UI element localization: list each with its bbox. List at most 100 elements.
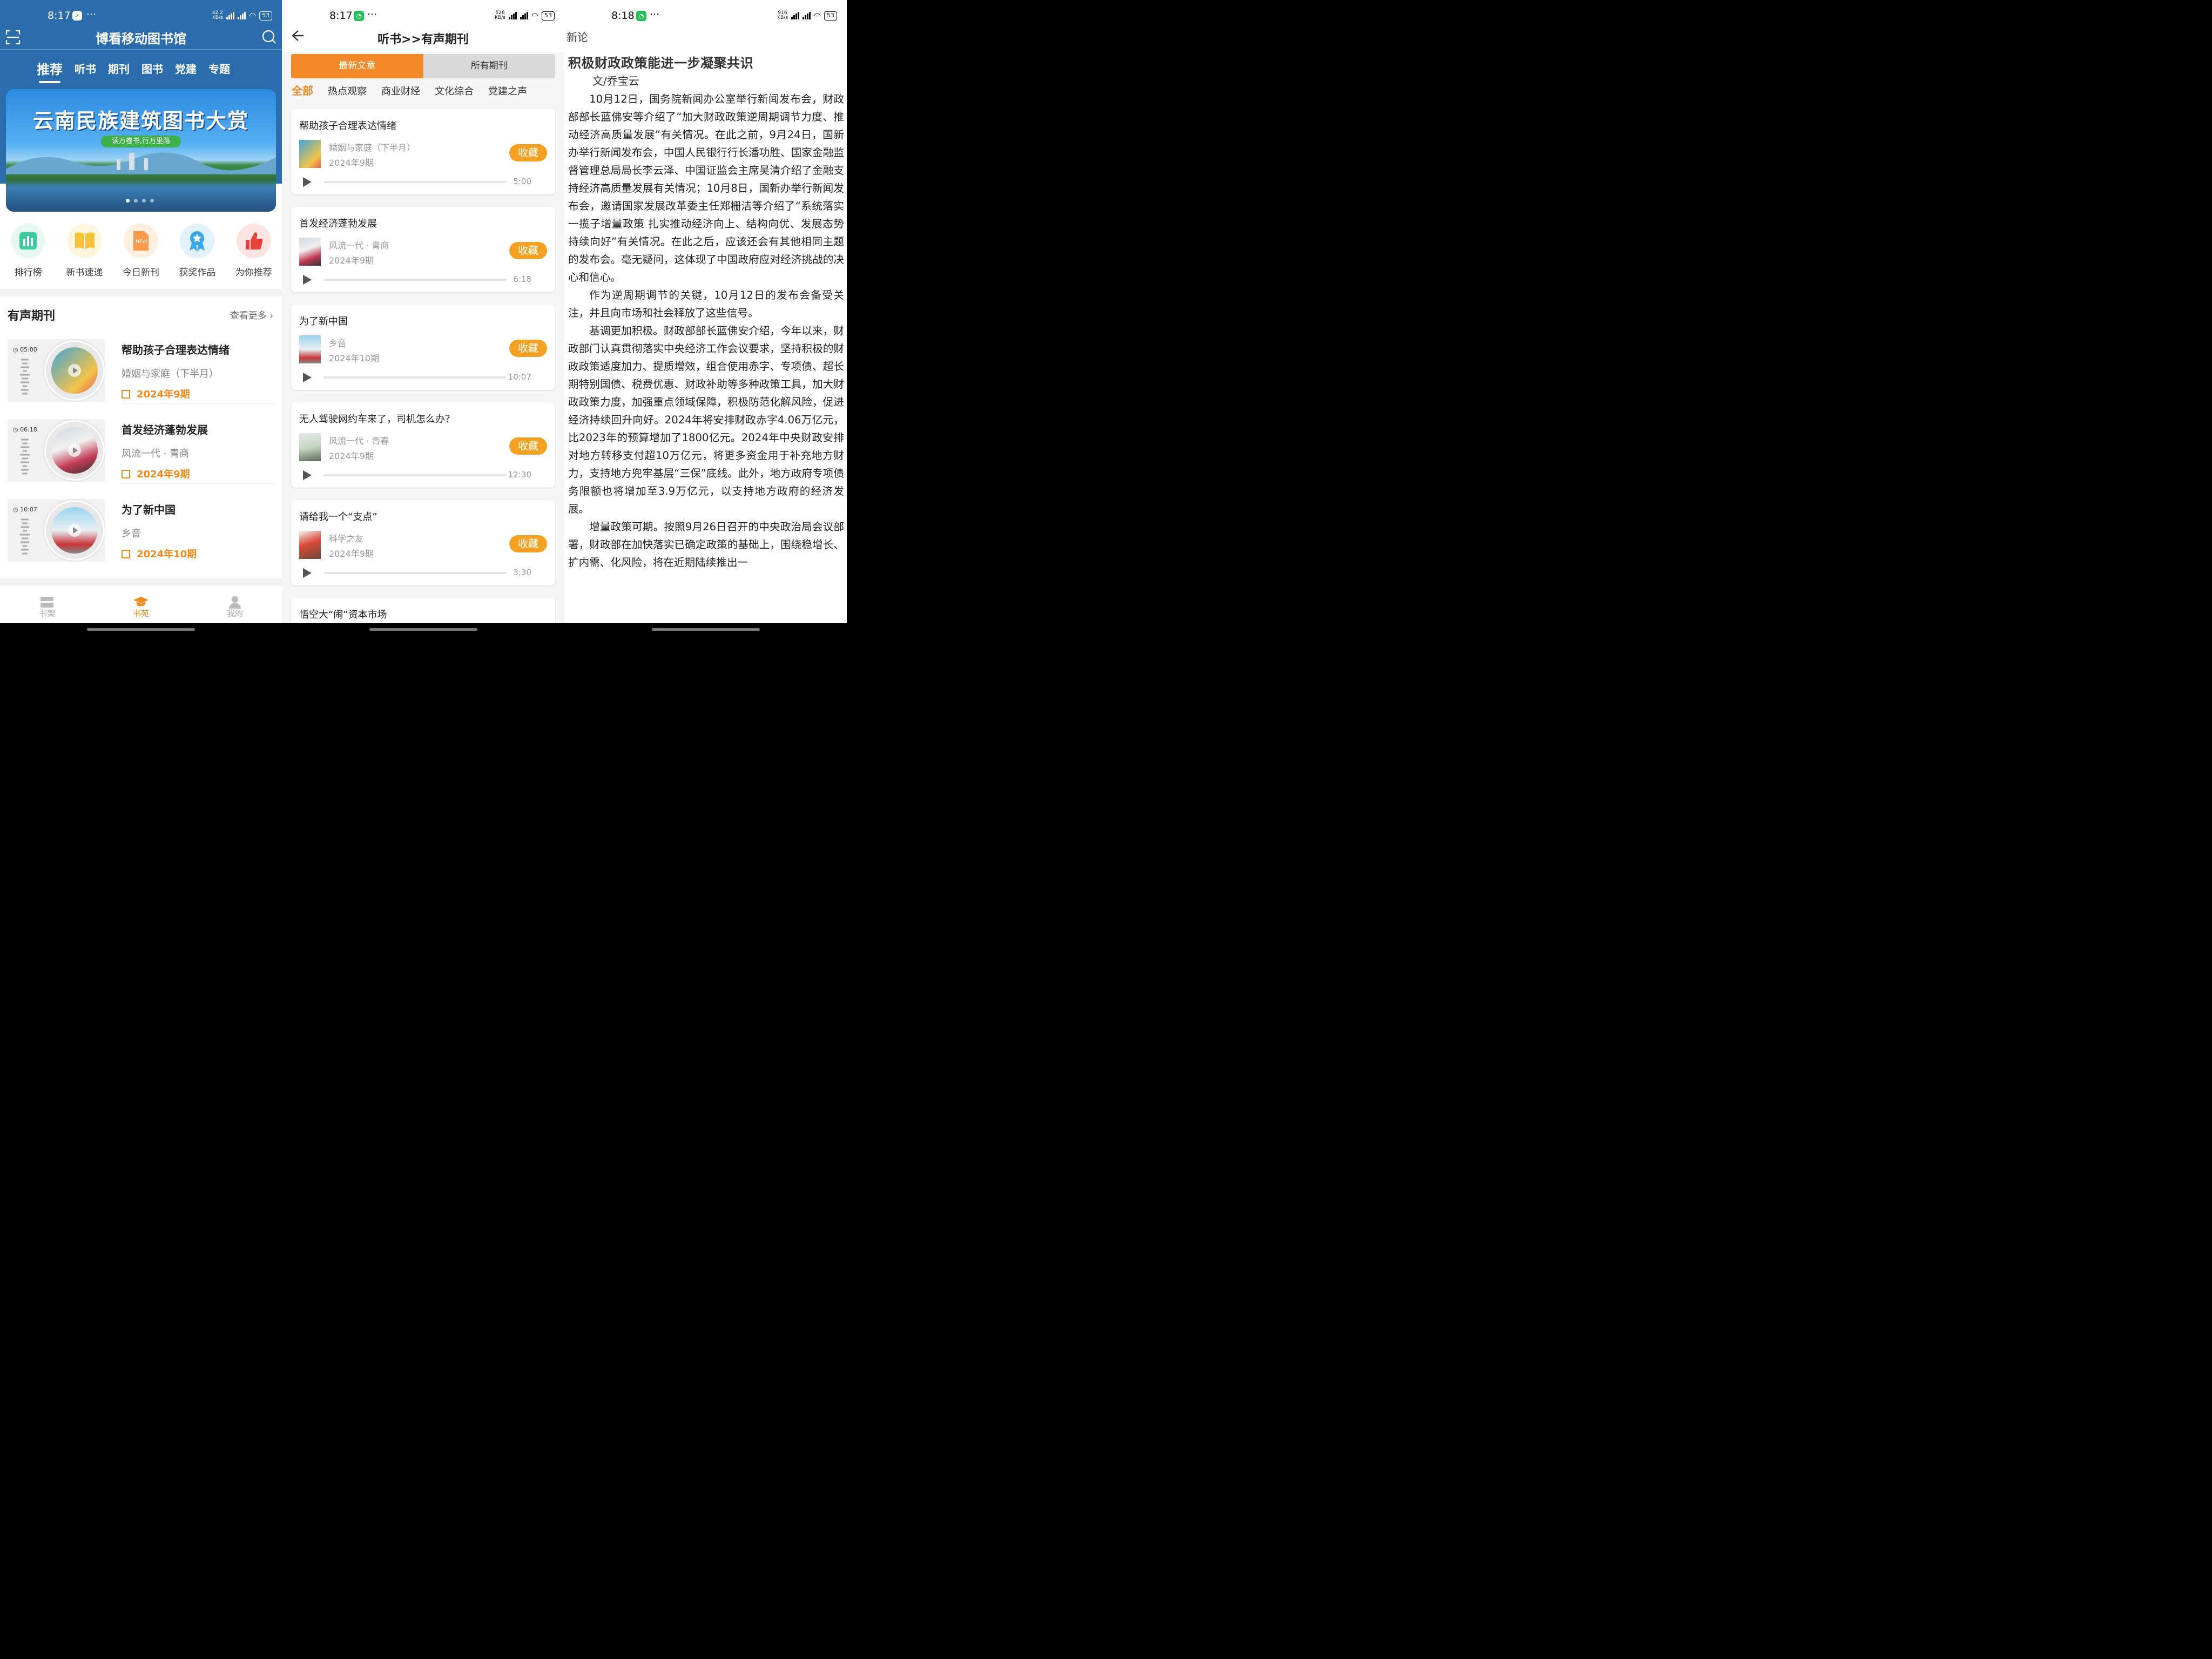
tab-magazines[interactable]: 期刊 [108, 60, 130, 78]
progress-track[interactable] [323, 376, 507, 379]
card-duration: 6:18 [513, 274, 531, 284]
item-title: 为了新中国 [122, 503, 176, 516]
progress-track[interactable] [323, 474, 507, 476]
nav-bookshelf[interactable]: 书架 [0, 587, 94, 624]
progress-track[interactable] [323, 572, 507, 574]
duration-value: 10:07 [20, 506, 37, 513]
category-culture[interactable]: 文化综合 [435, 84, 474, 98]
nav-academy[interactable]: 书苑 [94, 587, 188, 624]
favorite-button[interactable]: 收藏 [509, 535, 547, 552]
duration-label: ◷ 10:07 [13, 506, 37, 513]
tab-audio[interactable]: 听书 [75, 60, 96, 78]
status-right: 42.2 KB/s ◠ 53 [212, 11, 272, 21]
article-reader-screen: 8:18 ◔ ··· 916 KB/s ◠ 53 新论 积极财政政策能进一步凝聚共… [564, 0, 847, 635]
nav-label: 书架 [38, 609, 55, 618]
magazine-cover [299, 140, 321, 168]
card-title: 首发经济蓬勃发展 [299, 218, 377, 230]
magazine-cover [299, 238, 321, 266]
duration-value: 06:18 [20, 426, 37, 433]
card-issue: 2024年9期 [329, 255, 374, 266]
card-magazine: 乡音 [329, 338, 347, 348]
segment-control: 最新文章 所有期刊 [291, 54, 555, 78]
article-card[interactable]: 无人驾驶网约车来了，司机怎么办？ 风流一代 · 青春 2024年9期 收藏 12… [291, 402, 555, 488]
article-card[interactable]: 为了新中国 乡音 2024年10期 收藏 10:07 [291, 305, 555, 390]
quick-award-works[interactable]: 获奖作品 [169, 224, 225, 278]
status-bar: 8:18 ◔ ··· 916 KB/s ◠ 53 [564, 0, 847, 31]
play-icon[interactable] [68, 524, 81, 537]
progress-track[interactable] [323, 279, 507, 281]
favorite-button[interactable]: 收藏 [509, 437, 547, 455]
item-magazine: 风流一代 · 青商 [122, 448, 190, 460]
favorite-button[interactable]: 收藏 [509, 144, 547, 161]
network-speed-unit: KB/s [495, 15, 505, 21]
battery-icon: 53 [259, 11, 272, 21]
category-hot[interactable]: 热点观察 [328, 84, 367, 98]
favorite-button[interactable]: 收藏 [509, 242, 547, 259]
play-icon[interactable] [303, 275, 312, 285]
card-magazine: 风流一代 · 青商 [329, 240, 389, 251]
play-icon[interactable] [303, 373, 312, 382]
user-icon [227, 592, 243, 609]
article-card[interactable]: 首发经济蓬勃发展 风流一代 · 青商 2024年9期 收藏 6:18 [291, 207, 555, 292]
home-screen: 8:17 ✓ ··· 42.2 KB/s ◠ 53 博看移动图书馆 推荐 听书 期… [0, 0, 282, 635]
wifi-icon: ◠ [248, 11, 256, 21]
article-paragraph: 增量政策可期。按照9月26日召开的中央政治局会议部署，财政部在加快落实已确定政策… [568, 521, 844, 569]
view-more-link[interactable]: 查看更多 › [230, 308, 273, 321]
book-icon [122, 550, 130, 558]
card-magazine: 科学之友 [329, 534, 364, 544]
banner-subtitle: 读万卷书,行万里路 [101, 136, 181, 147]
cover-disc [44, 500, 105, 561]
play-icon[interactable] [303, 470, 312, 480]
play-icon[interactable] [68, 444, 81, 457]
magazine-cover [299, 335, 321, 363]
audio-item[interactable]: ◷ 10:07 为了新中国 乡音 2024年10期 [8, 499, 275, 563]
card-duration: 10:07 [508, 372, 531, 382]
segment-latest-articles[interactable]: 最新文章 [291, 54, 423, 78]
status-time: 8:18 [611, 10, 635, 22]
duration-label: ◷ 06:18 [13, 426, 37, 433]
bottom-nav: 书架 书苑 我的 [0, 587, 282, 624]
card-title: 悟空大“闹”资本市场 [299, 609, 387, 621]
card-title: 帮助孩子合理表达情绪 [299, 120, 396, 132]
duration-value: 05:00 [20, 346, 37, 353]
book-icon [122, 470, 130, 478]
article-card[interactable]: 帮助孩子合理表达情绪 婚姻与家庭（下半月） 2024年9期 收藏 5:00 [291, 109, 555, 194]
segment-all-magazines[interactable]: 所有期刊 [423, 54, 555, 78]
category-party[interactable]: 党建之声 [488, 84, 527, 98]
progress-track[interactable] [323, 181, 507, 183]
audio-item[interactable]: ◷ 05:00 帮助孩子合理表达情绪 婚姻与家庭（下半月） 2024年9期 [8, 339, 275, 404]
quick-recommend[interactable]: 为你推荐 [226, 224, 282, 278]
category-business[interactable]: 商业财经 [381, 84, 420, 98]
clock-icon: ◷ [13, 346, 18, 353]
tab-topics[interactable]: 专题 [208, 60, 230, 78]
tab-party[interactable]: 党建 [175, 60, 197, 78]
svg-text:NEW: NEW [136, 239, 147, 245]
home-tabs: 推荐 听书 期刊 图书 党建 专题 [37, 59, 230, 83]
promo-banner[interactable]: 云南民族建筑图书大赏 读万卷书,行万里路 [6, 89, 276, 212]
quick-today-issues[interactable]: NEW 今日新刊 [113, 224, 169, 278]
play-icon[interactable] [303, 568, 312, 578]
search-icon[interactable] [261, 29, 276, 44]
bar-chart-icon [11, 224, 46, 258]
chevron-right-icon: › [269, 311, 273, 321]
section-divider [0, 578, 282, 586]
new-document-icon: NEW [123, 224, 158, 258]
article-card[interactable]: 请给我一个“支点” 科学之友 2024年9期 收藏 3:30 [291, 500, 555, 585]
play-icon[interactable] [68, 364, 81, 377]
tab-recommend[interactable]: 推荐 [37, 59, 63, 83]
soundwave-icon [20, 439, 30, 475]
nav-label: 我的 [226, 609, 243, 618]
quick-new-books[interactable]: 新书速递 [56, 224, 112, 278]
more-notifications-icon: ··· [86, 9, 97, 21]
card-title: 无人驾驶网约车来了，司机怎么办？ [299, 414, 455, 425]
nav-profile[interactable]: 我的 [188, 587, 282, 624]
item-issue: 2024年9期 [122, 467, 190, 481]
column-header: 新论 [567, 31, 588, 44]
favorite-button[interactable]: 收藏 [509, 340, 547, 357]
category-all[interactable]: 全部 [292, 82, 313, 98]
quick-ranking[interactable]: 排行榜 [0, 224, 56, 278]
tab-books[interactable]: 图书 [141, 60, 163, 78]
play-icon[interactable] [303, 177, 312, 187]
audio-item[interactable]: ◷ 06:18 首发经济蓬勃发展 风流一代 · 青商 2024年9期 [8, 419, 275, 484]
quick-label: 排行榜 [14, 267, 42, 278]
